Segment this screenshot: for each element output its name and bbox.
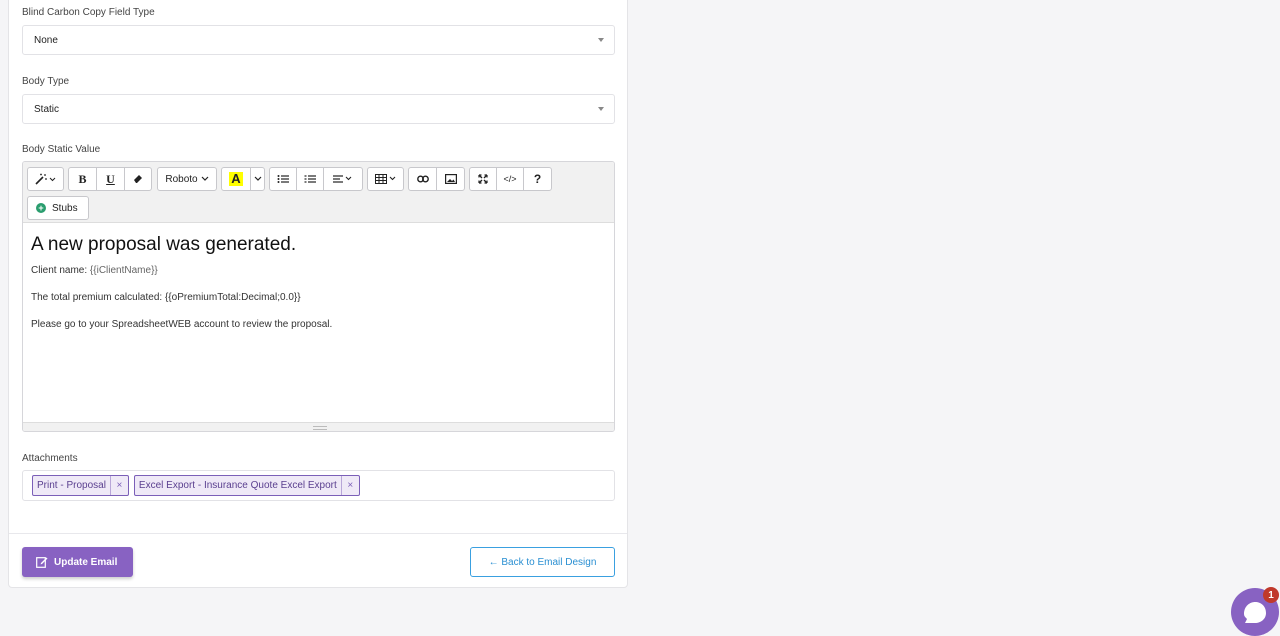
- attachment-tag: Excel Export - Insurance Quote Excel Exp…: [133, 475, 360, 496]
- body-type-value: Static: [34, 103, 60, 115]
- bcc-select[interactable]: None: [22, 25, 615, 55]
- bullet-list-button[interactable]: [270, 168, 297, 190]
- code-view-button[interactable]: </>: [497, 168, 524, 190]
- footer-divider: [9, 533, 627, 534]
- editor-resize-handle[interactable]: [23, 422, 614, 431]
- link-button[interactable]: [409, 168, 437, 190]
- content-line-review: Please go to your SpreadsheetWEB account…: [31, 319, 333, 330]
- email-settings-card: Blind Carbon Copy Field Type None Body T…: [8, 0, 628, 588]
- view-group: </> ?: [469, 167, 552, 191]
- image-icon: [444, 174, 457, 184]
- body-type-select[interactable]: Static: [22, 94, 615, 124]
- back-to-email-design-button[interactable]: ← Back to Email Design: [470, 547, 615, 577]
- fullscreen-button[interactable]: [470, 168, 497, 190]
- attachments-label: Attachments: [22, 453, 78, 464]
- body-static-label: Body Static Value: [22, 144, 101, 155]
- bullet-list-icon: [277, 175, 289, 183]
- edit-icon: [36, 557, 48, 568]
- content-line-client: Client name: {{iClientName}}: [31, 265, 606, 276]
- remove-tag-icon[interactable]: ×: [342, 480, 359, 491]
- numbered-list-button[interactable]: [297, 168, 324, 190]
- stubs-label: Stubs: [52, 202, 78, 214]
- align-dropdown-button[interactable]: [324, 168, 362, 190]
- style-group: [27, 167, 64, 191]
- magic-wand-button[interactable]: [28, 168, 63, 190]
- remove-tag-icon[interactable]: ×: [111, 480, 128, 491]
- text-color-button[interactable]: A: [222, 168, 251, 190]
- underline-button[interactable]: U: [97, 168, 125, 190]
- notification-badge: 1: [1263, 587, 1279, 603]
- client-name-variable: {{iClientName}}: [89, 265, 158, 276]
- fullscreen-icon: [478, 174, 488, 184]
- attachment-tag: Print - Proposal ×: [32, 475, 129, 496]
- attachments-multiselect[interactable]: Print - Proposal × Excel Export - Insura…: [22, 470, 615, 501]
- format-group: B U: [68, 167, 152, 191]
- stubs-button[interactable]: + Stubs: [27, 196, 89, 220]
- editor-toolbar: B U Roboto A </> ? + Stubs: [23, 162, 614, 223]
- caret-down-icon: [598, 38, 604, 42]
- content-line-premium: The total premium calculated: {{oPremium…: [31, 292, 301, 303]
- content-heading: A new proposal was generated.: [31, 234, 297, 255]
- font-family-dropdown[interactable]: Roboto: [158, 168, 216, 190]
- editor-content[interactable]: A new proposal was generated. Client nam…: [31, 234, 606, 346]
- numbered-list-icon: [304, 175, 316, 183]
- bold-button[interactable]: B: [69, 168, 97, 190]
- attachment-tag-label: Print - Proposal: [33, 476, 111, 495]
- color-group: A: [221, 167, 265, 191]
- eraser-icon: [134, 175, 142, 183]
- table-dropdown-button[interactable]: [368, 168, 403, 190]
- back-label: ← Back to Email Design: [488, 556, 597, 568]
- chevron-down-icon: [201, 176, 209, 181]
- chevron-down-icon: [254, 176, 261, 181]
- rich-text-editor[interactable]: B U Roboto A </> ? + Stubs A new proposa…: [22, 161, 615, 432]
- eraser-button[interactable]: [125, 168, 151, 190]
- update-email-button[interactable]: Update Email: [22, 547, 133, 577]
- caret-down-icon: [598, 107, 604, 111]
- paragraph-group: [269, 167, 363, 191]
- image-button[interactable]: [437, 168, 464, 190]
- color-dropdown-button[interactable]: [251, 168, 264, 190]
- update-email-label: Update Email: [54, 556, 118, 568]
- attachment-tag-label: Excel Export - Insurance Quote Excel Exp…: [135, 476, 342, 495]
- plus-circle-icon: +: [36, 203, 46, 213]
- link-icon: [416, 175, 429, 183]
- highlight-letter-icon: A: [229, 171, 243, 186]
- client-name-prefix: Client name:: [31, 265, 90, 276]
- table-group: [367, 167, 404, 191]
- body-type-label: Body Type: [22, 76, 70, 87]
- bcc-value: None: [34, 34, 58, 46]
- help-button[interactable]: ?: [524, 168, 551, 190]
- font-group: Roboto: [157, 167, 217, 191]
- magic-wand-icon: [34, 173, 55, 185]
- bcc-label: Blind Carbon Copy Field Type: [22, 7, 155, 18]
- table-icon: [374, 174, 395, 184]
- insert-group: [408, 167, 465, 191]
- font-family-value: Roboto: [165, 173, 198, 185]
- align-left-icon: [333, 175, 352, 183]
